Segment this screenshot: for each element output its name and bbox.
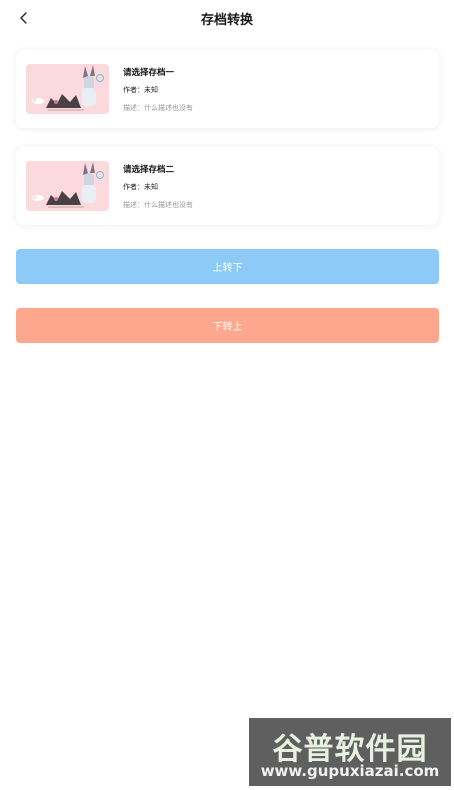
header: 存档转换 [0, 0, 454, 36]
save-author: 作者：未知 [123, 183, 158, 191]
save-title: 请选择存档一 [123, 68, 175, 78]
save-description: 描述：什么描述也没有 [123, 104, 193, 112]
watermark-url: www.gupuxiazai.com [260, 762, 440, 780]
save-card-2[interactable]: 请选择存档二 作者：未知 描述：什么描述也没有 [16, 147, 439, 225]
save-card-1[interactable]: 请选择存档一 作者：未知 描述：什么描述也没有 [16, 50, 439, 128]
save-title: 请选择存档二 [123, 165, 175, 175]
page-title: 存档转换 [200, 13, 253, 28]
save-thumbnail [26, 64, 109, 114]
save-thumbnail [26, 161, 109, 211]
down-to-up-button[interactable]: 下转上 [16, 308, 439, 343]
up-to-down-button[interactable]: 上转下 [16, 249, 439, 284]
save-author: 作者：未知 [123, 86, 158, 94]
watermark: 谷普软件园 www.gupuxiazai.com [249, 718, 451, 786]
save-description: 描述：什么描述也没有 [123, 201, 193, 209]
